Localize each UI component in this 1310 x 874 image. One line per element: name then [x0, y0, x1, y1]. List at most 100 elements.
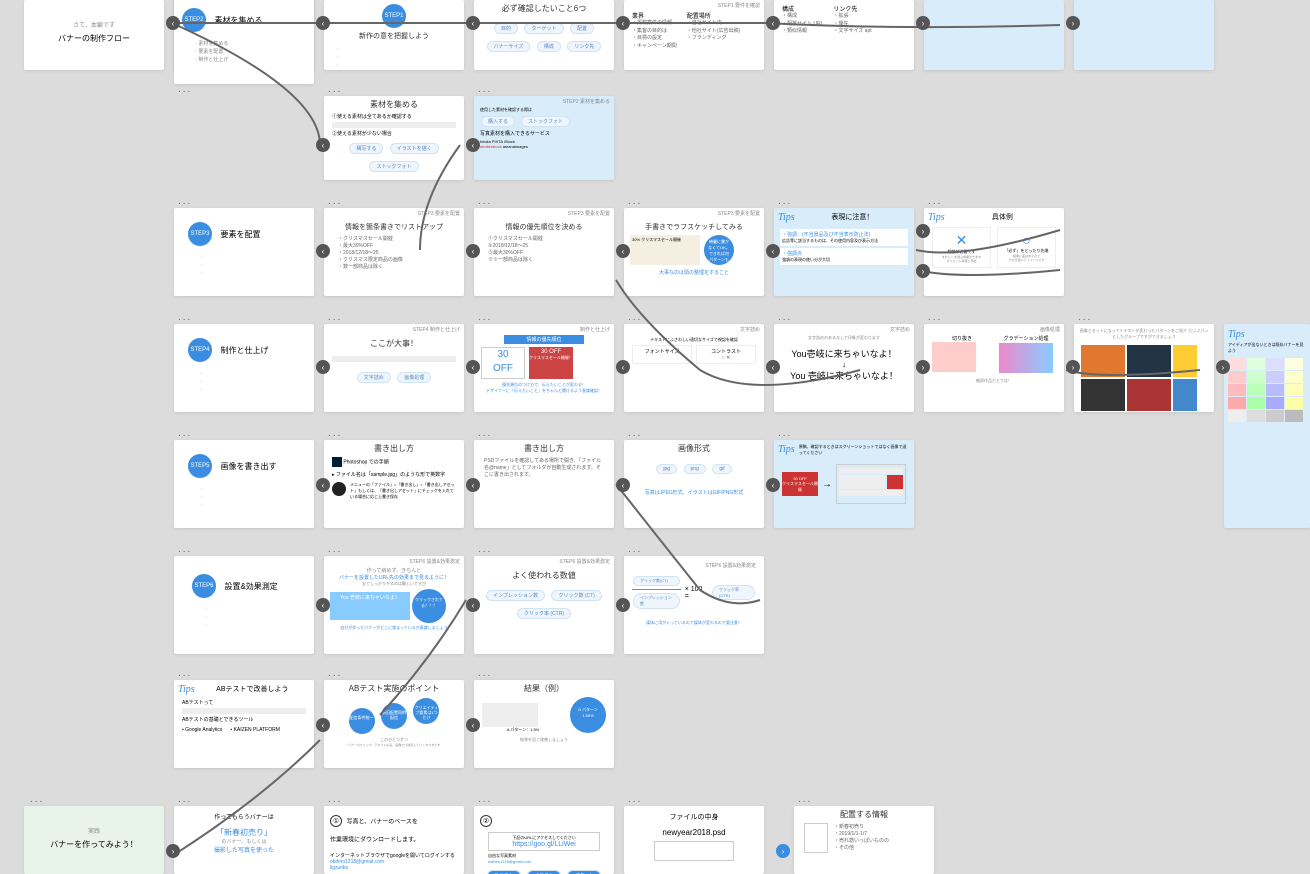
nav[interactable]: ‹	[316, 360, 330, 374]
nav[interactable]: ‹	[466, 360, 480, 374]
card-r7-1: 作ってもらうバナーは 「新春初売り」 のバナー、もしくは 撮影した写真を使った	[174, 806, 314, 874]
title: 書き出し方	[324, 440, 464, 457]
step-badge: STEP1	[382, 4, 406, 28]
pills: 目的 ターゲット 配置 バナーサイズ 構成 リンク先	[474, 17, 614, 53]
foot: 大事なのは頭の整理をすること	[624, 269, 764, 276]
item: ・クリスマス限定商品の画像	[338, 256, 450, 263]
nav[interactable]: ‹	[466, 478, 480, 492]
nav-prev[interactable]: ‹	[166, 16, 180, 30]
nav[interactable]: ›	[1216, 360, 1230, 374]
nav[interactable]: ‹	[316, 478, 330, 492]
item: 他社サイト(広告出稿)	[687, 28, 740, 36]
text: 撮影した写真を使った	[174, 845, 314, 854]
card-r0-3: 必ず確認したいこと6つ 目的 ターゲット 配置 バナーサイズ 構成 リンク先	[474, 0, 614, 70]
nav[interactable]: ›	[166, 844, 180, 858]
nav[interactable]: ‹	[316, 16, 330, 30]
item: ①クリスマスセール開催	[488, 235, 600, 242]
step-badge: STEP6	[192, 574, 216, 598]
dots: ...	[30, 794, 44, 805]
card-r6-3: 結果（例） A パターン：1.5% B パターン 1.58% 結果を見て改善しま…	[474, 680, 614, 768]
result: B パターン 1.58%	[570, 697, 606, 733]
title: 手書きでラフスケッチしてみる	[624, 219, 764, 235]
dots: ...	[178, 668, 192, 679]
head: 文字詰め	[774, 324, 914, 335]
pill: 目的	[494, 23, 518, 34]
card-step4: STEP4 制作と仕上げ	[174, 324, 314, 412]
url-link[interactable]: https://goo.gl/LLiWei	[491, 841, 597, 848]
nav[interactable]: ‹	[616, 244, 630, 258]
pill: gif	[712, 464, 731, 474]
item: ブランディング	[687, 35, 740, 43]
card-r0-2: STEP1 新作の意を把握しよう	[324, 0, 464, 70]
nav[interactable]: ‹	[616, 598, 630, 612]
title: ABテストで改善しよう	[195, 684, 310, 695]
text: 作って納めず、きちんと	[324, 567, 464, 574]
col: 切り抜き	[932, 335, 992, 342]
text: 結果に差はあるので それが適いてイメージです	[1002, 254, 1051, 262]
nav[interactable]: ›	[1066, 16, 1080, 30]
nav[interactable]: ›	[916, 224, 930, 238]
nav[interactable]: ‹	[316, 244, 330, 258]
head: 文字詰め	[624, 324, 764, 335]
nav[interactable]: ‹	[466, 244, 480, 258]
item: ・その他	[834, 844, 889, 851]
nav[interactable]: ‹	[466, 598, 480, 612]
foot: 細部作品だとでは！	[924, 378, 1064, 384]
item: ・クリスマスセール開催	[338, 235, 450, 242]
li: 要素を配置	[194, 48, 306, 56]
foot: 結果を見て改善しましょう	[474, 737, 614, 743]
card-r1-3: STEP2 素材を集める 使用した素材を確認する際は 購入する ストックフォト …	[474, 96, 614, 180]
head: 制作と仕上げ	[474, 324, 614, 335]
text-after: You 壱岐に来ちゃいなよ！	[774, 369, 914, 382]
tips-icon: Tips	[178, 684, 195, 695]
nav[interactable]: ‹	[466, 16, 480, 30]
text-before: You壱岐に来ちゃいなよ！	[774, 347, 914, 360]
dots: ...	[178, 196, 192, 207]
nav[interactable]: ‹	[616, 16, 630, 30]
arrow-icon: →	[822, 479, 832, 490]
nav[interactable]: ›	[776, 844, 790, 858]
item: ・売れ筋いっぱいものの	[834, 837, 889, 844]
dots: ...	[328, 84, 342, 95]
circle: 新旧配置同時配信	[381, 703, 407, 729]
dots: ...	[328, 196, 342, 207]
nav[interactable]: ‹	[316, 718, 330, 732]
text: まれに○○を選ぶ依頼がきます オリエント情報と早め	[937, 255, 986, 263]
nav[interactable]: ‹	[766, 244, 780, 258]
dots: ...	[1078, 312, 1092, 323]
nav[interactable]: ‹	[766, 478, 780, 492]
pill: 構成	[537, 41, 561, 52]
dots: ...	[478, 196, 492, 207]
title: 結果（例）	[474, 680, 614, 697]
nav[interactable]: ‹	[316, 598, 330, 612]
dots: ...	[178, 84, 192, 95]
title: 具体例	[945, 212, 1060, 223]
title: 新作の意を把握しよう	[324, 28, 464, 44]
pill: テキスト	[487, 870, 521, 874]
col: フォントサイズ	[632, 345, 692, 364]
step-text: 素材を集める	[214, 15, 262, 26]
nav[interactable]: ›	[916, 16, 930, 30]
nav[interactable]: ›	[1066, 360, 1080, 374]
nav[interactable]: ›	[916, 360, 930, 374]
nav[interactable]: ‹	[316, 138, 330, 152]
dots: ...	[778, 428, 792, 439]
card-r5-3: STEP6 設置&効果測定 よく使われる数値 インプレッション数 クリック数 (…	[474, 556, 614, 654]
dots: ...	[328, 668, 342, 679]
title: ABテスト実施のポイント	[324, 680, 464, 697]
title: 作ってもらうバナーは	[174, 812, 314, 821]
nav[interactable]: ‹	[766, 360, 780, 374]
card-r7-4: ファイルの中身 newyear2018.psd	[624, 806, 764, 874]
nav[interactable]: ‹	[466, 138, 480, 152]
bubble: クリックされてる？？？	[412, 589, 446, 623]
nav[interactable]: ‹	[466, 718, 480, 732]
nav[interactable]: ›	[916, 264, 930, 278]
nav[interactable]: ‹	[616, 360, 630, 374]
step-badge: STEP5	[188, 454, 212, 478]
li: 制作と仕上げ	[194, 56, 306, 64]
note: 原稿、確認するときはスクリーンショットではなく画像で送ってください	[795, 444, 910, 456]
nav[interactable]: ‹	[616, 478, 630, 492]
pill: 購入する	[481, 116, 515, 127]
nav[interactable]: ‹	[766, 16, 780, 30]
item: ・数一部商品は除く	[338, 263, 450, 270]
